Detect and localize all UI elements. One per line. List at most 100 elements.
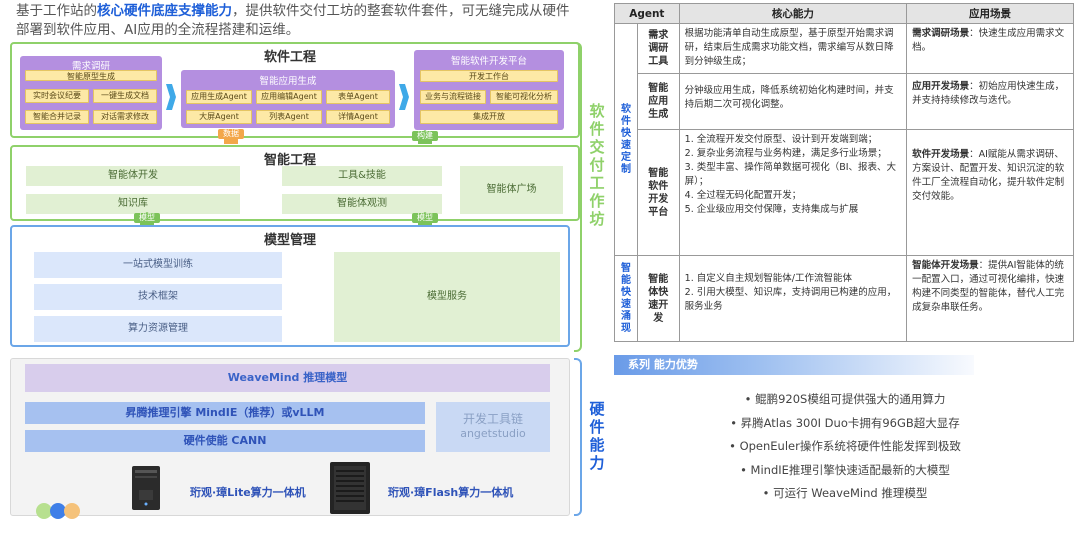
agent-line: 需求 bbox=[648, 30, 669, 41]
cat-char: 快 bbox=[620, 127, 631, 139]
tag-model-right: 模型 bbox=[412, 213, 438, 223]
cat-char: 定 bbox=[620, 151, 631, 163]
cat-char: 能 bbox=[620, 274, 631, 286]
tag-build: 构建 bbox=[412, 131, 438, 141]
dev-platform-title: 智能软件开发平台 bbox=[450, 56, 527, 67]
cat-char: 涌 bbox=[620, 310, 631, 322]
scene-cell: 软件开发场景：AI赋能从需求调研、方案设计、配置开发、知识沉淀的软件工厂全流程自… bbox=[906, 129, 1074, 256]
advantages-header: 系列 能力优势 bbox=[614, 355, 974, 375]
side-char: 软 bbox=[589, 102, 605, 120]
dev-platform-item: 智能可视化分析 bbox=[490, 90, 558, 104]
scene-title: 软件开发场景 bbox=[912, 149, 970, 160]
flash-label: 珩观·璋Flash算力一体机 bbox=[388, 486, 514, 499]
table-row: 智能 应用 生成 分钟级应用生成，降低系统初始化构建时间，并支持后期二次可视化调… bbox=[615, 73, 1074, 130]
tag-model-left: 模型 bbox=[134, 213, 160, 223]
req-item: 智能合并记录 bbox=[25, 110, 89, 124]
app-gen-item: 大屏Agent bbox=[186, 110, 252, 124]
agent-line: 调研 bbox=[648, 43, 669, 54]
side-char: 力 bbox=[589, 454, 605, 472]
app-gen-item: 表单Agent bbox=[326, 90, 390, 104]
scene-cell: 智能体开发场景：提供AI智能体的统一配置入口，通过可视化编排，快速构建不同类型的… bbox=[906, 255, 1074, 342]
table-row: 智能 软件 开发 平台 1. 全流程开发交付原型、设计到开发端到端； 2. 复杂… bbox=[615, 129, 1074, 256]
lite-label: 珩观·璋Lite算力一体机 bbox=[190, 486, 306, 499]
advantages-list: • 鲲鹏920S模组可提供强大的通用算力 • 昇腾Atlas 300I Duo卡… bbox=[620, 388, 1070, 506]
cat-char: 智 bbox=[620, 262, 631, 274]
agent-line: 体快 bbox=[648, 286, 669, 298]
agent-line: 智能 bbox=[648, 83, 669, 94]
dev-toolchain-sub: angetstudio bbox=[460, 427, 526, 440]
intro-text: 基于工作站的核心硬件底座支撑能力，提供软件交付工坊的整套软件套件，可无缝完成从硬… bbox=[16, 2, 576, 40]
header-scene: 应用场景 bbox=[906, 3, 1074, 24]
cat-char: 现 bbox=[620, 322, 631, 334]
inference-engine-bar: 昇腾推理引擎 MindIE（推荐）或vLLM bbox=[25, 402, 425, 424]
ie-item: 工具&技能 bbox=[282, 166, 442, 186]
agent-line: 软件 bbox=[648, 180, 669, 192]
hardware-side-label: 硬 件 能 力 bbox=[588, 400, 606, 472]
capability-line: 5. 企业级应用交付保障，支持集成与扩展 bbox=[684, 204, 859, 215]
group-ai-emerge: 智 能 快 速 涌 现 bbox=[614, 255, 638, 342]
side-char: 坊 bbox=[589, 210, 605, 228]
agent-line: 智能 bbox=[648, 273, 669, 285]
capability-line: 2. 引用大模型、知识库，支持调用已构建的应用，服务业务 bbox=[684, 287, 897, 312]
hardware-bracket bbox=[574, 358, 582, 516]
dev-platform-item: 业务与流程链接 bbox=[420, 90, 486, 104]
agent-table: Agent 核心能力 应用场景 软 件 快 速 定 制 需求 调研 工具 根据功… bbox=[614, 3, 1074, 342]
mm-item: 算力资源管理 bbox=[34, 316, 282, 342]
cat-char: 速 bbox=[620, 139, 631, 151]
software-engineering-title: 软件工程 bbox=[263, 50, 316, 65]
app-gen-item: 应用编辑Agent bbox=[256, 90, 322, 104]
cat-char: 快 bbox=[620, 286, 631, 298]
header-agent: Agent bbox=[614, 3, 680, 24]
side-char: 交 bbox=[589, 138, 605, 156]
req-item: 实时会议纪要 bbox=[25, 89, 89, 103]
agent-line: 工具 bbox=[648, 56, 669, 67]
scene-cell: 应用开发场景：初始应用快速生成，并支持持续修改与迭代。 bbox=[906, 73, 1074, 130]
agent-cell: 需求 调研 工具 bbox=[636, 23, 680, 74]
intro-highlight: 核心硬件底座支撑能力 bbox=[97, 3, 232, 19]
software-side-label: 软 件 交 付 工 作 坊 bbox=[588, 102, 606, 228]
mm-item: 模型服务 bbox=[334, 252, 560, 342]
ie-item: 智能体开发 bbox=[26, 166, 240, 186]
server-flash-icon bbox=[326, 460, 374, 516]
capability-cell: 分钟级应用生成，降低系统初始化构建时间，并支持后期二次可视化调整。 bbox=[678, 73, 908, 130]
cann-bar: 硬件使能 CANN bbox=[25, 430, 425, 452]
agent-line: 生成 bbox=[648, 109, 669, 120]
app-gen-item: 应用生成Agent bbox=[186, 90, 252, 104]
side-char: 作 bbox=[589, 192, 605, 210]
cat-char: 速 bbox=[620, 298, 631, 310]
req-item: 对话需求修改 bbox=[93, 110, 157, 124]
advantage-item: • MindIE推理引擎快速适配最新的大模型 bbox=[740, 462, 950, 477]
capability-line: 1. 全流程开发交付原型、设计到开发端到端； bbox=[684, 134, 878, 145]
app-gen-item: 列表Agent bbox=[256, 110, 322, 124]
side-char: 件 bbox=[589, 418, 605, 436]
scene-title: 智能体开发场景 bbox=[912, 260, 979, 271]
advantage-item: • 鲲鹏920S模组可提供强大的通用算力 bbox=[744, 392, 946, 406]
advantage-item: • OpenEuler操作系统将硬件性能发挥到极致 bbox=[729, 439, 961, 453]
scene-cell: 需求调研场景：快速生成应用需求文档。 bbox=[906, 23, 1074, 74]
side-char: 件 bbox=[589, 120, 605, 138]
software-bracket bbox=[574, 42, 582, 352]
server-icon bbox=[330, 462, 370, 514]
agent-line: 速开 bbox=[648, 299, 669, 311]
cat-char: 软 bbox=[620, 103, 631, 115]
dev-toolchain-box: 开发工具链 angetstudio bbox=[436, 402, 550, 452]
side-char: 硬 bbox=[589, 400, 605, 418]
agent-line: 发 bbox=[653, 312, 664, 324]
app-gen-title: 智能应用生成 bbox=[259, 76, 317, 87]
capability-line: 3. 类型丰富、操作简单数据可视化（BI、报表、大屏）； bbox=[684, 162, 897, 187]
cat-char: 件 bbox=[620, 115, 631, 127]
mm-item: 一站式模型训练 bbox=[34, 252, 282, 278]
agent-cell: 智能 体快 速开 发 bbox=[636, 255, 680, 342]
intro-pre: 基于工作站的 bbox=[16, 3, 97, 19]
mm-item: 技术框架 bbox=[34, 284, 282, 310]
decor-dot bbox=[64, 503, 80, 519]
req-item: 一键生成文档 bbox=[93, 89, 157, 103]
side-char: 能 bbox=[589, 436, 605, 454]
side-char: 付 bbox=[589, 156, 605, 174]
table-row: 智 能 快 速 涌 现 智能 体快 速开 发 1. 自定义自主规划智能体/工作流… bbox=[614, 255, 1074, 342]
advantage-item: • 可运行 WeaveMind 推理模型 bbox=[762, 486, 928, 500]
side-char: 工 bbox=[589, 174, 605, 192]
dev-platform-item: 开发工作台 bbox=[420, 70, 558, 82]
server-lite-icon bbox=[126, 464, 166, 512]
capability-cell: 根据功能清单自动生成原型，基于原型开始需求调研，结束后生成需求功能文档，需求编写… bbox=[678, 23, 908, 74]
